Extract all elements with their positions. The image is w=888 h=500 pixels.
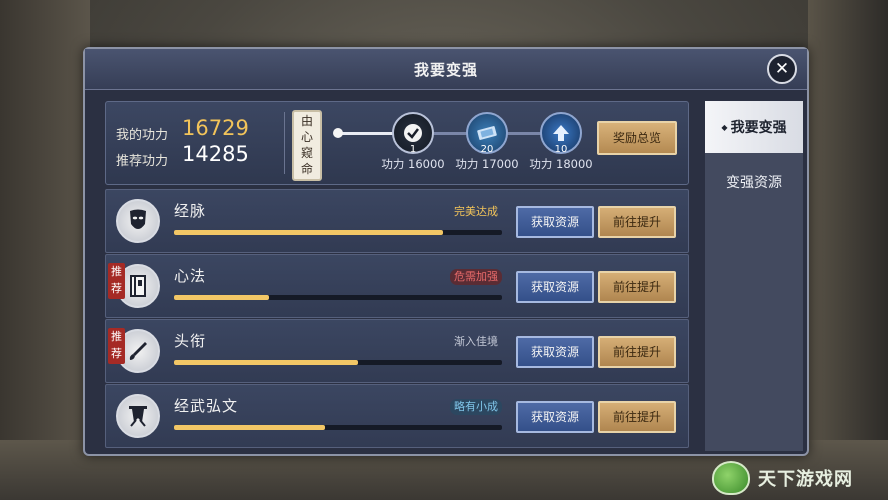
tab-label: 我要变强 bbox=[730, 120, 787, 136]
side-nav: ◆ 我要变强 变强资源 bbox=[705, 101, 803, 451]
milestone-label: 功力 16000 bbox=[381, 157, 445, 171]
row-name: 经脉 bbox=[174, 202, 207, 220]
status-badge: 危需加强 bbox=[450, 269, 502, 285]
recommend-tag: 推荐 bbox=[108, 328, 125, 364]
tab-strength-resources[interactable]: 变强资源 bbox=[705, 157, 803, 209]
main-content: 我的功力 16729 推荐功力 14285 由心窥命 1 功力 16000 20… bbox=[105, 101, 689, 448]
progress-fill bbox=[174, 295, 270, 300]
banner-icon bbox=[116, 394, 160, 438]
scroll-ticket-icon: 20 bbox=[466, 112, 508, 155]
my-power-label: 我的功力 bbox=[116, 128, 169, 143]
list-item-mind-method: 推荐 心法 危需加强 获取资源 前往提升 bbox=[105, 254, 689, 318]
milestone-badge: 10 bbox=[554, 144, 568, 155]
milestone-track-start bbox=[333, 128, 343, 138]
milestone-1[interactable]: 1 功力 16000 bbox=[378, 112, 448, 172]
seal-plaque: 由心窥命 bbox=[292, 110, 322, 181]
close-button[interactable]: ✕ bbox=[767, 54, 797, 84]
milestone-label: 功力 17000 bbox=[455, 157, 519, 171]
site-watermark: 天下游戏网 bbox=[712, 458, 888, 498]
reward-overview-button[interactable]: 奖励总览 bbox=[597, 121, 677, 155]
panel-header: 我要变强 ✕ bbox=[85, 49, 807, 90]
divider bbox=[284, 112, 285, 174]
get-resources-button[interactable]: 获取资源 bbox=[516, 336, 594, 368]
get-resources-button[interactable]: 获取资源 bbox=[516, 206, 594, 238]
get-resources-button[interactable]: 获取资源 bbox=[516, 401, 594, 433]
mask-icon bbox=[116, 199, 160, 243]
row-icon-box bbox=[114, 391, 162, 441]
panel-title: 我要变强 bbox=[413, 61, 478, 79]
recommended-power-value: 14285 bbox=[182, 142, 249, 166]
become-stronger-panel: 我要变强 ✕ 我的功力 16729 推荐功力 14285 由心窥命 1 功力 1… bbox=[83, 47, 809, 456]
progress-fill bbox=[174, 425, 325, 430]
upgrade-arrow-icon: 10 bbox=[540, 112, 582, 155]
milestone-badge: 1 bbox=[409, 144, 417, 155]
go-improve-button[interactable]: 前往提升 bbox=[598, 271, 676, 303]
status-badge: 略有小成 bbox=[450, 399, 502, 415]
row-icon-box bbox=[114, 196, 162, 246]
seal-text: 由心窥命 bbox=[300, 114, 313, 176]
background-right bbox=[808, 0, 888, 500]
get-resources-button[interactable]: 获取资源 bbox=[516, 271, 594, 303]
list-item-martial-letters: 经武弘文 略有小成 获取资源 前往提升 bbox=[105, 384, 689, 448]
tab-become-stronger[interactable]: ◆ 我要变强 bbox=[705, 101, 803, 153]
go-improve-button[interactable]: 前往提升 bbox=[598, 206, 676, 238]
row-name: 经武弘文 bbox=[174, 397, 239, 415]
watermark-logo-icon bbox=[712, 461, 750, 495]
milestone-badge: 20 bbox=[480, 144, 494, 155]
recommended-power-label: 推荐功力 bbox=[116, 154, 169, 169]
list-item-title: 推荐 头衔 渐入佳境 获取资源 前往提升 bbox=[105, 319, 689, 383]
row-name: 头衔 bbox=[174, 332, 207, 350]
recommend-tag: 推荐 bbox=[108, 263, 125, 299]
go-improve-button[interactable]: 前往提升 bbox=[598, 401, 676, 433]
progress-track bbox=[174, 360, 502, 365]
status-badge: 渐入佳境 bbox=[454, 335, 498, 348]
close-icon: ✕ bbox=[774, 59, 790, 79]
status-badge: 完美达成 bbox=[454, 205, 498, 218]
milestone-3[interactable]: 10 功力 18000 bbox=[526, 112, 596, 172]
milestone-label: 功力 18000 bbox=[529, 157, 593, 171]
tab-label: 变强资源 bbox=[726, 175, 782, 191]
row-name: 心法 bbox=[174, 267, 207, 285]
list-item-meridians: 经脉 完美达成 获取资源 前往提升 bbox=[105, 189, 689, 253]
check-icon: 1 bbox=[392, 112, 434, 155]
progress-fill bbox=[174, 360, 358, 365]
progress-track bbox=[174, 230, 502, 235]
power-summary-card: 我的功力 16729 推荐功力 14285 由心窥命 1 功力 16000 20… bbox=[105, 101, 689, 185]
diamond-bullet-icon: ◆ bbox=[721, 122, 728, 132]
background-left bbox=[0, 0, 90, 500]
progress-fill bbox=[174, 230, 443, 235]
milestone-2[interactable]: 20 功力 17000 bbox=[452, 112, 522, 172]
progress-track bbox=[174, 425, 502, 430]
progress-track bbox=[174, 295, 502, 300]
watermark-text: 天下游戏网 bbox=[758, 469, 853, 490]
go-improve-button[interactable]: 前往提升 bbox=[598, 336, 676, 368]
my-power-value: 16729 bbox=[182, 116, 249, 140]
